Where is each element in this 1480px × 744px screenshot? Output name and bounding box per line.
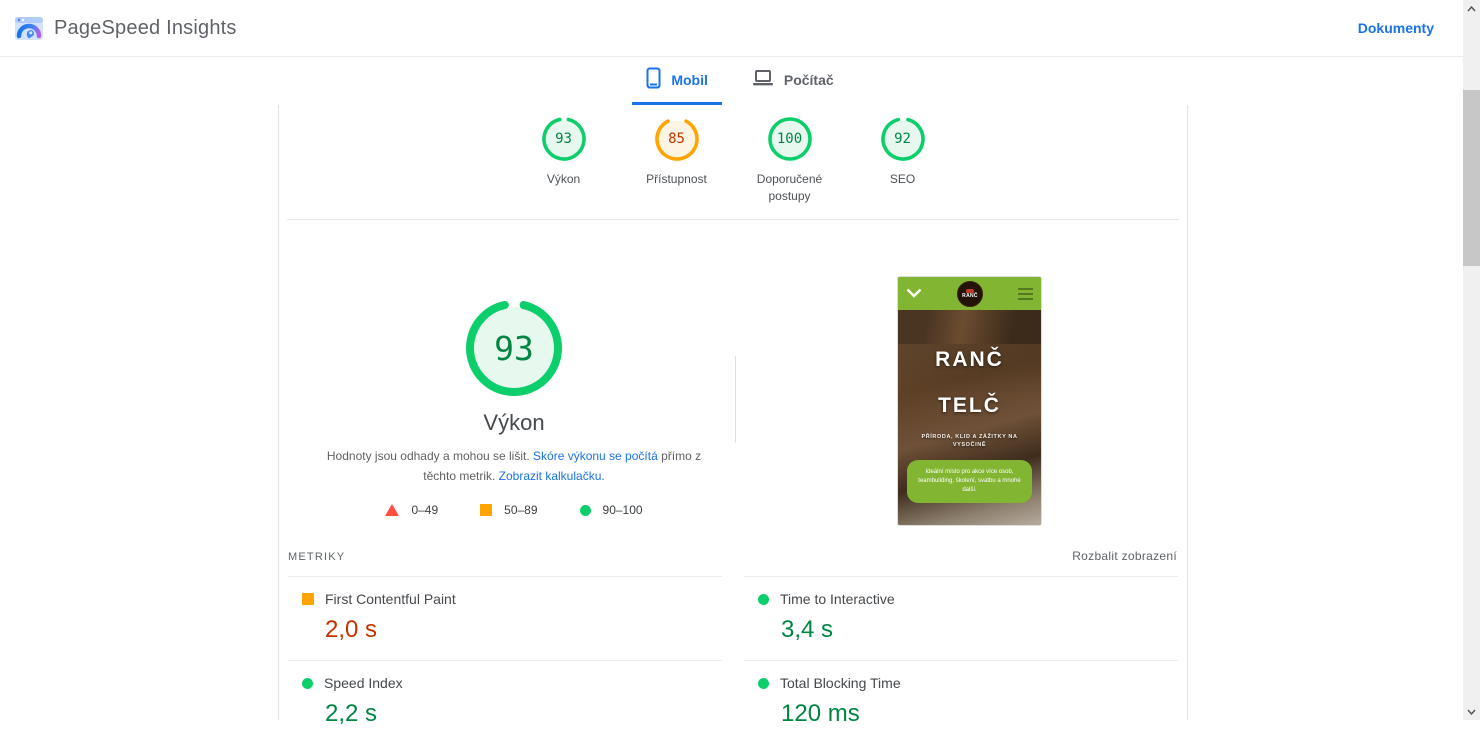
metric-status-icon bbox=[302, 677, 313, 689]
category-score-value: 100 bbox=[776, 131, 803, 147]
category-summary-item[interactable]: 85 Přístupnost bbox=[627, 117, 727, 205]
metric-status-icon bbox=[302, 593, 314, 605]
metrics-section-label: METRIKY bbox=[288, 551, 346, 563]
site-subtitle: PŘÍRODA, KLID A ZÁŽITKY NA VYSOČINĚ bbox=[921, 434, 1018, 448]
metric-item[interactable]: Time to Interactive 3,4 s bbox=[744, 576, 1178, 660]
metric-name: First Contentful Paint bbox=[325, 591, 456, 607]
tab-mobile-label: Mobil bbox=[671, 71, 708, 88]
metric-value: 2,0 s bbox=[325, 616, 378, 643]
site-logo: RANČ bbox=[957, 280, 983, 307]
performance-title: Výkon bbox=[483, 410, 545, 435]
metric-name: Total Blocking Time bbox=[780, 675, 901, 691]
tab-desktop-label: Počítač bbox=[783, 71, 834, 88]
legend-range-label: 50–89 bbox=[504, 503, 538, 517]
category-label: Výkon bbox=[546, 172, 581, 186]
category-score-value: 93 bbox=[555, 131, 572, 147]
scroll-up-arrow-icon[interactable] bbox=[1463, 0, 1480, 17]
metric-value: 2,2 s bbox=[325, 700, 378, 727]
metric-item[interactable]: Total Blocking Time 120 ms bbox=[744, 660, 1178, 744]
legend-shape-icon bbox=[385, 504, 400, 516]
metric-item[interactable]: Speed Index 2,2 s bbox=[288, 660, 722, 744]
page-title: PageSpeed Insights bbox=[54, 16, 237, 39]
metric-status-icon bbox=[758, 593, 769, 605]
report-card: 93 Výkon 85 Přístupnost 100 Doporučené p… bbox=[278, 105, 1188, 727]
performance-gauge-panel: 93 Výkon Hodnoty jsou odhady a mohou se … bbox=[289, 220, 739, 517]
tab-mobile[interactable]: Mobil bbox=[632, 57, 722, 105]
metric-status-icon bbox=[758, 677, 769, 689]
vertical-divider bbox=[735, 356, 736, 443]
performance-score-gauge: 93 bbox=[465, 299, 563, 397]
performance-score-value: 93 bbox=[494, 328, 534, 368]
app-header: PageSpeed Insights Dokumenty bbox=[0, 0, 1480, 57]
site-title-line1: RANČ bbox=[935, 348, 1004, 371]
site-header-bar: RANČ bbox=[898, 277, 1041, 310]
category-score-value: 85 bbox=[668, 131, 685, 147]
metric-name: Time to Interactive bbox=[780, 591, 895, 607]
legend-range-label: 0–49 bbox=[411, 503, 439, 517]
desktop-laptop-icon bbox=[752, 69, 774, 90]
performance-description: Hodnoty jsou odhady a mohou se lišit. Sk… bbox=[314, 446, 714, 486]
category-summary-row: 93 Výkon 85 Přístupnost 100 Doporučené p… bbox=[279, 105, 1187, 205]
legend-shape-icon bbox=[579, 504, 591, 516]
category-label: Doporučené postupy bbox=[756, 172, 823, 203]
performance-section: 93 Výkon Hodnoty jsou odhady a mohou se … bbox=[279, 220, 1187, 529]
legend-item: 0–49 bbox=[385, 503, 438, 517]
legend-item: 50–89 bbox=[480, 503, 538, 517]
show-calculator-link[interactable]: Zobrazit kalkulačku. bbox=[499, 469, 605, 483]
scroll-down-arrow-icon[interactable] bbox=[1463, 703, 1480, 720]
category-summary-item[interactable]: 93 Výkon bbox=[514, 117, 614, 205]
site-screenshot-thumbnail: RANČ RANČ TELČ PŘÍRODA, KLID A ZÁŽITKY N… bbox=[897, 276, 1042, 526]
category-summary-item[interactable]: 100 Doporučené postupy bbox=[740, 117, 840, 205]
legend-range-label: 90–100 bbox=[602, 503, 643, 517]
metric-item[interactable]: First Contentful Paint 2,0 s bbox=[288, 576, 722, 660]
category-score-value: 92 bbox=[894, 131, 911, 147]
category-gauge: 85 bbox=[654, 117, 699, 161]
site-hero-image: RANČ TELČ PŘÍRODA, KLID A ZÁŽITKY NA VYS… bbox=[898, 310, 1041, 525]
legend-item: 90–100 bbox=[579, 503, 643, 517]
site-logo-text: RANČ bbox=[962, 292, 978, 299]
expand-view-button[interactable]: Rozbalit zobrazení bbox=[1072, 549, 1177, 563]
legend-shape-icon bbox=[480, 504, 493, 516]
site-intro-pill: Ideální místo pro akce více osob, teambu… bbox=[907, 460, 1032, 503]
metrics-header: METRIKY Rozbalit zobrazení bbox=[279, 549, 1187, 563]
mobile-phone-icon bbox=[646, 67, 661, 92]
category-label: Přístupnost bbox=[646, 172, 707, 186]
score-calculation-link[interactable]: Skóre výkonu se počítá bbox=[533, 449, 658, 463]
metric-value: 120 ms bbox=[781, 700, 860, 727]
category-summary-item[interactable]: 92 SEO bbox=[853, 117, 953, 205]
metric-value: 3,4 s bbox=[781, 616, 834, 643]
vertical-scrollbar[interactable] bbox=[1463, 0, 1480, 720]
category-label: SEO bbox=[889, 172, 916, 186]
category-gauge: 100 bbox=[767, 117, 812, 161]
metrics-grid: First Contentful Paint 2,0 s Time to Int… bbox=[288, 576, 1178, 744]
score-legend: 0–49 50–89 90–100 bbox=[289, 503, 739, 517]
category-gauge: 92 bbox=[880, 117, 925, 161]
pagespeed-logo-icon bbox=[14, 15, 44, 41]
category-gauge: 93 bbox=[541, 117, 586, 161]
chevron-down-icon bbox=[906, 285, 922, 303]
site-title-line2: TELČ bbox=[938, 394, 1001, 417]
device-tabs: Mobil Počítač bbox=[0, 57, 1480, 105]
tab-desktop[interactable]: Počítač bbox=[738, 57, 848, 105]
hamburger-menu-icon bbox=[1018, 287, 1033, 300]
description-text: Hodnoty jsou odhady a mohou se lišit. bbox=[326, 449, 534, 463]
metric-name: Speed Index bbox=[324, 675, 403, 691]
scrollbar-thumb[interactable] bbox=[1463, 90, 1480, 266]
docs-link[interactable]: Dokumenty bbox=[1358, 20, 1434, 36]
